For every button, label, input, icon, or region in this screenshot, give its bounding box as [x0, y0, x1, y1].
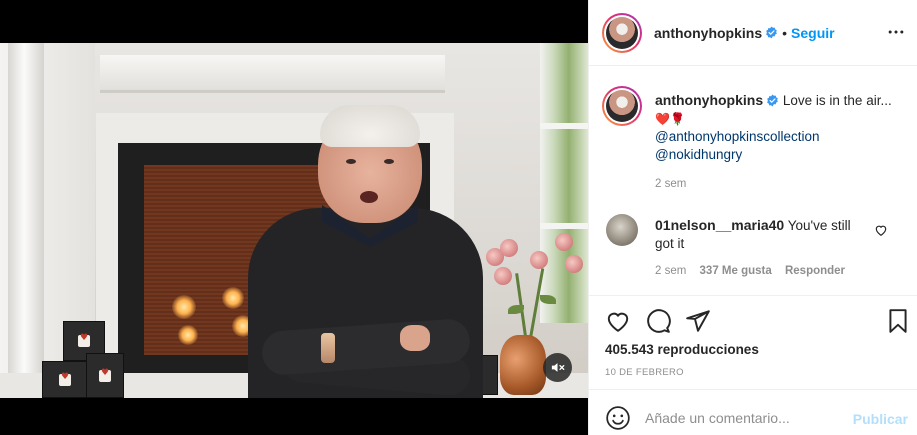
comment-bubble-icon[interactable]: [645, 308, 671, 334]
copper-vase: [500, 335, 546, 395]
emoji-smiley-icon[interactable]: [605, 405, 631, 431]
comment-timestamp[interactable]: 2 sem: [655, 265, 686, 277]
person-mouth: [360, 191, 378, 203]
comment-meta: 2 sem 337 Me gusta Responder: [655, 265, 855, 277]
add-comment-bar: Publicar: [589, 389, 917, 435]
rose: [555, 233, 573, 251]
rose: [530, 251, 548, 269]
heart-outline-icon[interactable]: [874, 223, 888, 237]
commenter-username[interactable]: 01nelson__maria40: [655, 217, 784, 233]
scene-window: [540, 43, 588, 323]
video-frame[interactable]: [0, 43, 588, 398]
person-eye: [384, 159, 394, 164]
publish-button[interactable]: Publicar: [853, 411, 908, 427]
candle-glow: [172, 295, 196, 319]
comment-input[interactable]: [645, 403, 845, 433]
gift-box: [42, 361, 88, 398]
comment-likes[interactable]: 337 Me gusta: [700, 265, 772, 277]
person-eye: [346, 159, 356, 164]
verified-badge-icon: [767, 94, 778, 107]
person-hair: [320, 105, 420, 147]
reply-button[interactable]: Responder: [785, 265, 845, 277]
caption-body: Love is in the air...: [782, 93, 892, 108]
caption-username[interactable]: anthonyhopkins: [655, 92, 763, 108]
share-paper-plane-icon[interactable]: [685, 308, 711, 334]
caption-emojis: ❤️🌹: [655, 112, 685, 126]
caption-avatar[interactable]: [602, 86, 642, 126]
caption-timestamp[interactable]: 2 sem: [655, 178, 686, 190]
scene-mantel: [100, 55, 445, 93]
avatar[interactable]: [602, 12, 642, 53]
person-hand: [400, 325, 430, 351]
post-date[interactable]: 10 DE FEBRERO: [605, 367, 684, 378]
avatar-image: [606, 16, 638, 49]
caption-text: anthonyhopkins Love is in the air...❤️🌹 …: [655, 91, 900, 164]
heart-outline-icon[interactable]: [605, 308, 631, 334]
video-player[interactable]: [0, 0, 588, 435]
view-count[interactable]: 405.543 reproducciones: [605, 342, 759, 357]
rose: [494, 267, 512, 285]
rose: [500, 239, 518, 257]
wristwatch: [321, 333, 335, 363]
speaker-muted-icon: [551, 363, 565, 372]
more-horizontal-icon[interactable]: [886, 22, 906, 42]
separator-dot: •: [782, 24, 788, 41]
rose: [565, 255, 583, 273]
follow-button[interactable]: Seguir: [791, 25, 835, 41]
verified-badge-icon: [766, 26, 777, 39]
comment-text: 01nelson__maria40 You've still got it: [655, 216, 865, 253]
post-header: anthonyhopkins • Seguir: [589, 0, 917, 66]
header-user: anthonyhopkins • Seguir: [654, 25, 835, 41]
header-username[interactable]: anthonyhopkins: [654, 25, 762, 41]
commenter-avatar[interactable]: [606, 214, 638, 246]
post-actions: 405.543 reproducciones 10 DE FEBRERO: [589, 295, 917, 389]
gift-box: [86, 353, 124, 398]
unmute-button[interactable]: [543, 353, 572, 382]
scene-column: [8, 43, 44, 398]
mention-link[interactable]: @anthonyhopkinscollection: [655, 128, 900, 146]
bookmark-icon[interactable]: [885, 308, 911, 334]
scene-window-bar: [540, 123, 588, 129]
scene-window-bar: [540, 223, 588, 229]
rose-leaf: [540, 295, 556, 304]
candle-glow: [178, 325, 198, 345]
avatar-image: [606, 90, 638, 122]
mention-link[interactable]: @nokidhungry: [655, 146, 900, 164]
candle-glow: [222, 287, 244, 309]
post-sidebar: anthonyhopkins • Seguir anthonyhopkins L…: [588, 0, 917, 435]
